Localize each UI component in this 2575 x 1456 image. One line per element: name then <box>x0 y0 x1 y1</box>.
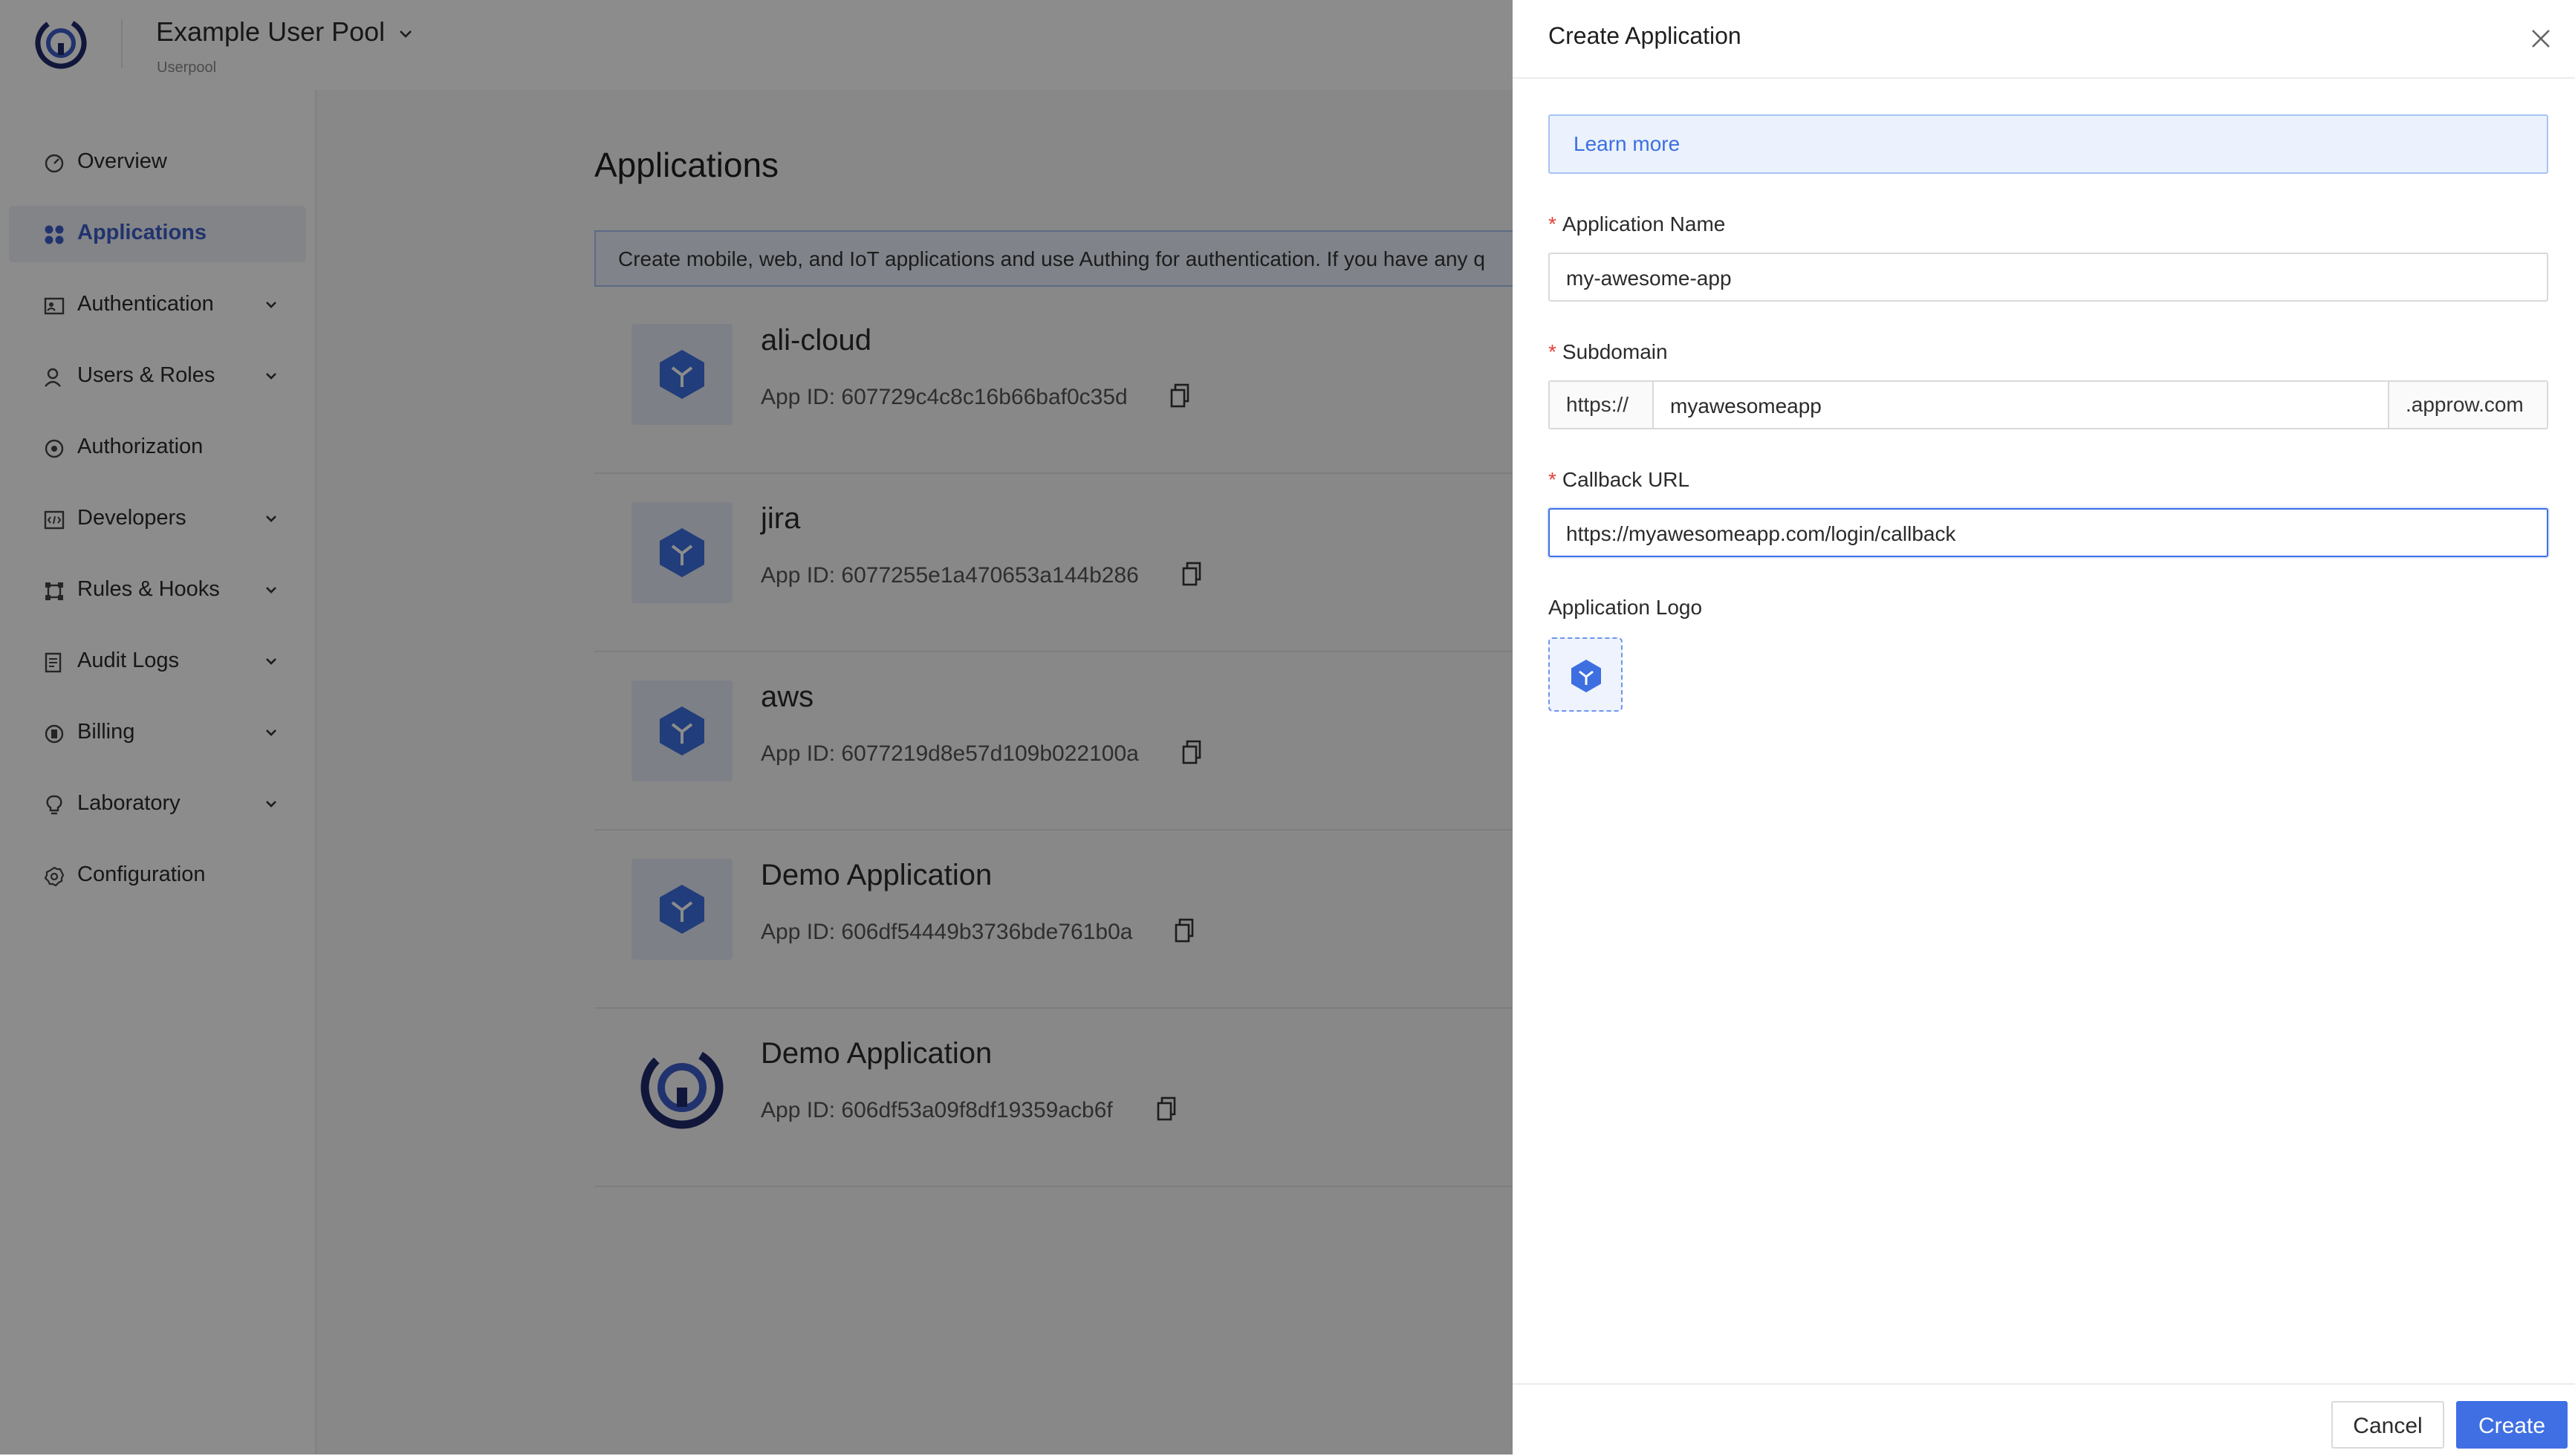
callback-url-label: * Callback URL <box>1548 468 1689 492</box>
required-mark: * <box>1548 468 1556 491</box>
subdomain-input-group[interactable]: https:// myawesomeapp .approw.com <box>1548 380 2548 429</box>
learn-more-banner: Learn more <box>1548 114 2548 174</box>
learn-more-link[interactable]: Learn more <box>1574 132 1680 156</box>
app-name-label-text: Application Name <box>1562 212 1726 235</box>
create-button[interactable]: Create <box>2456 1401 2568 1449</box>
subdomain-value: myawesomeapp <box>1670 394 1822 417</box>
modal-overlay[interactable] <box>0 0 1513 1455</box>
app-name-label: * Application Name <box>1548 212 1725 236</box>
subdomain-suffix-text: .approw.com <box>2406 393 2524 416</box>
close-icon[interactable] <box>2529 27 2553 51</box>
required-mark: * <box>1548 340 1556 363</box>
app-root: Example User Pool Userpool Overview Appl… <box>0 0 2575 1456</box>
subdomain-prefix: https:// <box>1550 382 1654 428</box>
drawer-footer: Cancel Create <box>1513 1383 2575 1456</box>
application-logo-label: Application Logo <box>1548 596 1703 619</box>
create-button-label: Create <box>2478 1414 2546 1438</box>
subdomain-label-text: Subdomain <box>1562 340 1668 363</box>
application-logo-upload[interactable] <box>1548 637 1623 712</box>
subdomain-prefix-text: https:// <box>1566 393 1629 416</box>
callback-url-value: https://myawesomeapp.com/login/callback <box>1566 522 1956 545</box>
callback-url-label-text: Callback URL <box>1562 468 1690 491</box>
cancel-button[interactable]: Cancel <box>2331 1401 2444 1449</box>
create-application-drawer: Create Application Learn more * Applicati… <box>1513 0 2575 1456</box>
required-mark: * <box>1548 212 1556 235</box>
callback-url-input[interactable]: https://myawesomeapp.com/login/callback <box>1548 508 2548 557</box>
application-name-input[interactable]: my-awesome-app <box>1548 253 2548 302</box>
cancel-button-label: Cancel <box>2353 1414 2423 1438</box>
subdomain-label: * Subdomain <box>1548 340 1668 364</box>
subdomain-suffix: .approw.com <box>2388 382 2547 428</box>
drawer-header: Create Application <box>1513 0 2575 79</box>
application-name-value: my-awesome-app <box>1566 267 1732 290</box>
drawer-title: Create Application <box>1548 22 1741 49</box>
cube-icon <box>1571 660 1601 692</box>
